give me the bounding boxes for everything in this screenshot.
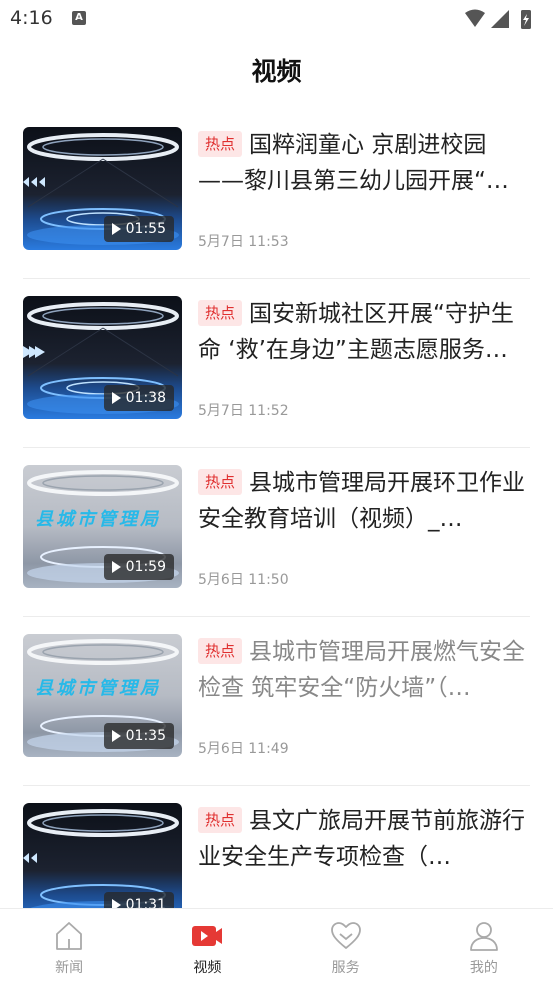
video-thumbnail[interactable]: 01:31 xyxy=(23,803,182,908)
video-item[interactable]: 01:31 热点 县文广旅局开展节前旅游行业安全生产专项检查（… xyxy=(23,786,530,908)
video-icon xyxy=(192,926,223,946)
duration-badge: 01:31 xyxy=(103,892,174,908)
play-icon xyxy=(111,392,121,404)
play-icon xyxy=(111,899,121,908)
tab-label: 新闻 xyxy=(55,960,84,976)
duration-badge: 01:38 xyxy=(103,385,174,411)
hot-badge: 热点 xyxy=(198,131,243,157)
page-title: 视频 xyxy=(251,57,302,86)
video-title[interactable]: 热点 县文广旅局开展节前旅游行业安全生产专项检查（… xyxy=(198,803,530,875)
tab-service[interactable]: 服务 xyxy=(277,909,415,984)
duration-badge: 01:55 xyxy=(103,216,174,242)
video-item[interactable]: 01:38 热点 国安新城社区开展“守护生命 ‘救’在身边”主题志愿服务… 5月7… xyxy=(23,279,530,448)
video-date: 5月6日 11:49 xyxy=(198,741,289,757)
video-item[interactable]: 县城市管理局 01:35 热点 县城市管理局开展燃气安全检查 筑牢安全“防火墙”（… xyxy=(23,617,530,786)
tab-label: 我的 xyxy=(469,960,498,976)
video-item[interactable]: 01:55 热点 国粹润童心 京剧进校园——黎川县第三幼儿园开展“… 5月7日 1… xyxy=(23,110,530,279)
accessibility-badge-icon: A xyxy=(72,11,86,25)
tab-video[interactable]: 视频 xyxy=(138,909,276,984)
hot-badge: 热点 xyxy=(198,300,243,326)
video-thumbnail[interactable]: 01:38 xyxy=(23,296,182,419)
video-date: 5月6日 11:50 xyxy=(198,572,289,588)
video-thumbnail[interactable]: 01:55 xyxy=(23,127,182,250)
bottom-tab-bar: 新闻 视频 服务 我的 xyxy=(0,908,553,984)
video-thumbnail[interactable]: 县城市管理局 01:35 xyxy=(23,634,182,757)
status-time: 4:16 xyxy=(10,7,53,29)
thumbnail-caption: 县城市管理局 xyxy=(35,509,161,530)
duration-badge: 01:59 xyxy=(103,554,174,580)
heart-icon xyxy=(330,922,361,949)
video-title[interactable]: 热点 县城市管理局开展燃气安全检查 筑牢安全“防火墙”（… xyxy=(198,634,530,706)
video-item[interactable]: 县城市管理局 01:59 热点 县城市管理局开展环卫作业安全教育培训（视频）_… … xyxy=(23,448,530,617)
signal-icon xyxy=(491,10,509,28)
video-date: 5月7日 11:52 xyxy=(198,403,289,419)
play-icon xyxy=(111,223,121,235)
tab-news[interactable]: 新闻 xyxy=(0,909,138,984)
video-title[interactable]: 热点 国粹润童心 京剧进校园——黎川县第三幼儿园开展“… xyxy=(198,127,530,199)
status-icons xyxy=(465,9,531,29)
play-icon xyxy=(111,730,121,742)
hot-badge: 热点 xyxy=(198,638,243,664)
video-list[interactable]: 01:55 热点 国粹润童心 京剧进校园——黎川县第三幼儿园开展“… 5月7日 1… xyxy=(0,110,553,908)
video-title[interactable]: 热点 县城市管理局开展环卫作业安全教育培训（视频）_… xyxy=(198,465,530,537)
video-date: 5月7日 11:53 xyxy=(198,234,289,250)
video-thumbnail[interactable]: 县城市管理局 01:59 xyxy=(23,465,182,588)
status-bar: 4:16 A xyxy=(0,0,553,38)
thumbnail-caption: 县城市管理局 xyxy=(35,678,161,699)
home-icon xyxy=(56,922,83,950)
video-title[interactable]: 热点 国安新城社区开展“守护生命 ‘救’在身边”主题志愿服务… xyxy=(198,296,530,368)
tab-mine[interactable]: 我的 xyxy=(415,909,553,984)
hot-badge: 热点 xyxy=(198,469,243,495)
wifi-icon xyxy=(465,9,485,27)
play-icon xyxy=(111,561,121,573)
hot-badge: 热点 xyxy=(198,807,243,833)
tab-label: 视频 xyxy=(193,960,222,976)
user-icon xyxy=(469,922,498,951)
tab-label: 服务 xyxy=(331,960,360,976)
duration-badge: 01:35 xyxy=(103,723,174,749)
